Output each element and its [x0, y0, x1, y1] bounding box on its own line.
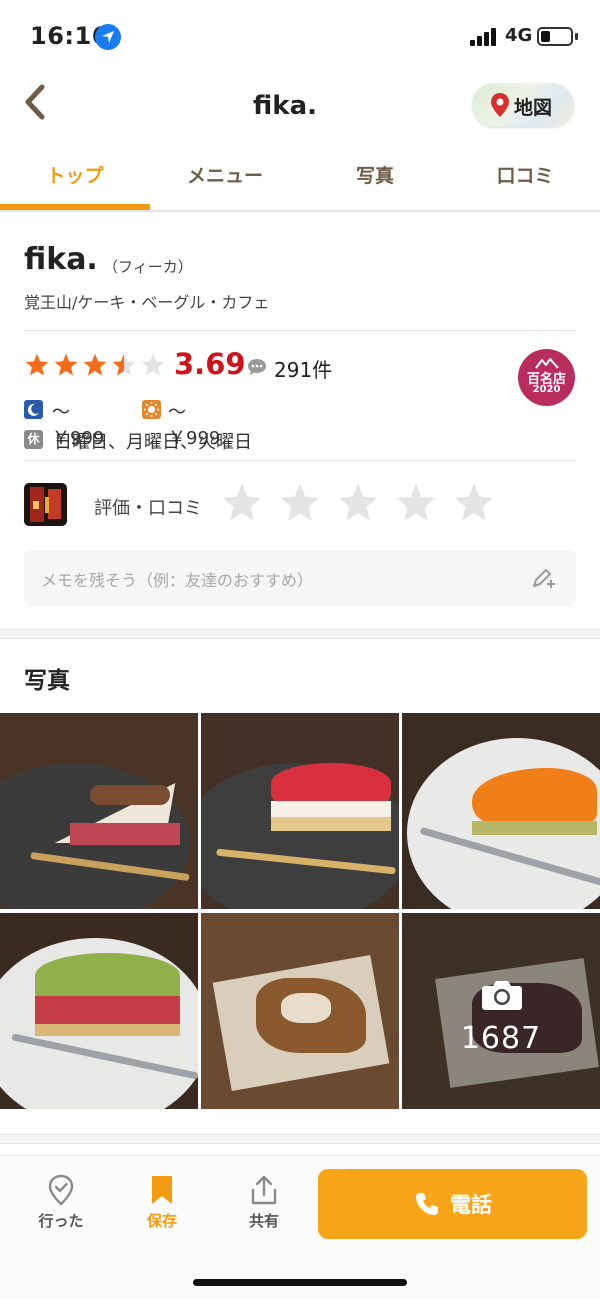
divider [24, 460, 576, 461]
cellular-signal-icon [470, 28, 500, 46]
badge-year: 2020 [532, 384, 561, 395]
navigation-bar: fika. 地図 [0, 72, 600, 142]
location-arrow-icon [95, 24, 121, 50]
tab-bar: トップ メニュー 写真 口コミ [0, 152, 600, 212]
bookmark-icon [152, 1176, 172, 1204]
status-bar: 16:16 4G [0, 0, 600, 72]
camera-icon [481, 979, 523, 1015]
rating-star-icon [82, 352, 108, 378]
rate-star-icon[interactable] [278, 481, 322, 525]
moon-icon [24, 400, 43, 419]
photos-heading: 写真 [24, 668, 70, 694]
memo-placeholder: メモを残そう（例：友達のおすすめ） [41, 571, 314, 590]
save-button[interactable]: 保存 [122, 1174, 202, 1231]
visited-check-icon [48, 1174, 74, 1206]
share-label: 共有 [248, 1212, 279, 1230]
photo-thumbnail[interactable] [402, 713, 600, 909]
call-label: 電話 [450, 1193, 492, 1217]
call-button[interactable]: 電話 [318, 1169, 587, 1239]
photo-grid: 1687 [0, 713, 600, 1109]
section-separator [0, 629, 600, 639]
comment-icon [246, 357, 268, 381]
photo-thumbnail[interactable] [201, 913, 399, 1109]
visited-label: 行った [38, 1212, 84, 1230]
sun-icon [142, 400, 161, 419]
save-label: 保存 [146, 1212, 177, 1230]
rate-star-icon[interactable] [220, 481, 264, 525]
tab-menu[interactable]: メニュー [150, 152, 300, 210]
my-review-label: 評価・口コミ [94, 498, 202, 519]
shop-kana: （フィーカ） [103, 258, 193, 276]
regular-holidays: 日曜日、月曜日、火曜日 [54, 432, 252, 453]
active-tab-indicator [0, 204, 150, 210]
share-button[interactable]: 共有 [224, 1174, 304, 1231]
photo-more-thumbnail[interactable]: 1687 [402, 913, 600, 1109]
rating-star-icon [111, 352, 137, 378]
divider [24, 330, 576, 331]
rating-star-icon [24, 352, 50, 378]
battery-cap [575, 33, 578, 40]
holiday-icon: 休 [24, 430, 43, 449]
photo-count: 1687 [460, 1021, 542, 1056]
bottom-action-bar: 行った 保存 共有 電話 [0, 1155, 600, 1299]
rate-star-icon[interactable] [394, 481, 438, 525]
tab-top[interactable]: トップ [0, 152, 150, 210]
rating-star-icon [53, 352, 79, 378]
hyakumeiten-badge[interactable]: 百名店 2020 [518, 349, 575, 406]
photo-thumbnail[interactable] [0, 913, 198, 1109]
photo-thumbnail[interactable] [201, 713, 399, 909]
rating-star-icon [140, 352, 166, 378]
map-button-label: 地図 [514, 97, 553, 119]
rate-star-icon[interactable] [452, 481, 496, 525]
memo-field[interactable]: メモを残そう（例：友達のおすすめ） [24, 550, 576, 606]
map-pin-icon [490, 92, 510, 122]
review-count[interactable]: 291件 [274, 354, 332, 383]
shop-name: fika. [24, 242, 98, 277]
battery-icon [537, 27, 573, 46]
rating-value: 3.69 [174, 347, 246, 381]
edit-pencil-icon[interactable] [531, 566, 557, 594]
avatar[interactable] [24, 483, 67, 526]
photo-thumbnail[interactable] [0, 713, 198, 909]
tab-reviews[interactable]: 口コミ [450, 152, 600, 210]
home-indicator [193, 1279, 407, 1286]
map-button[interactable]: 地図 [472, 83, 574, 127]
tab-photos[interactable]: 写真 [300, 152, 450, 210]
section-separator [0, 1134, 600, 1144]
network-type: 4G [505, 25, 533, 46]
share-icon [251, 1175, 277, 1205]
phone-icon [414, 1191, 440, 1221]
visited-button[interactable]: 行った [21, 1174, 101, 1231]
shop-area-genre[interactable]: 覚王山/ケーキ・ベーグル・カフェ [24, 289, 269, 313]
rate-star-icon[interactable] [336, 481, 380, 525]
